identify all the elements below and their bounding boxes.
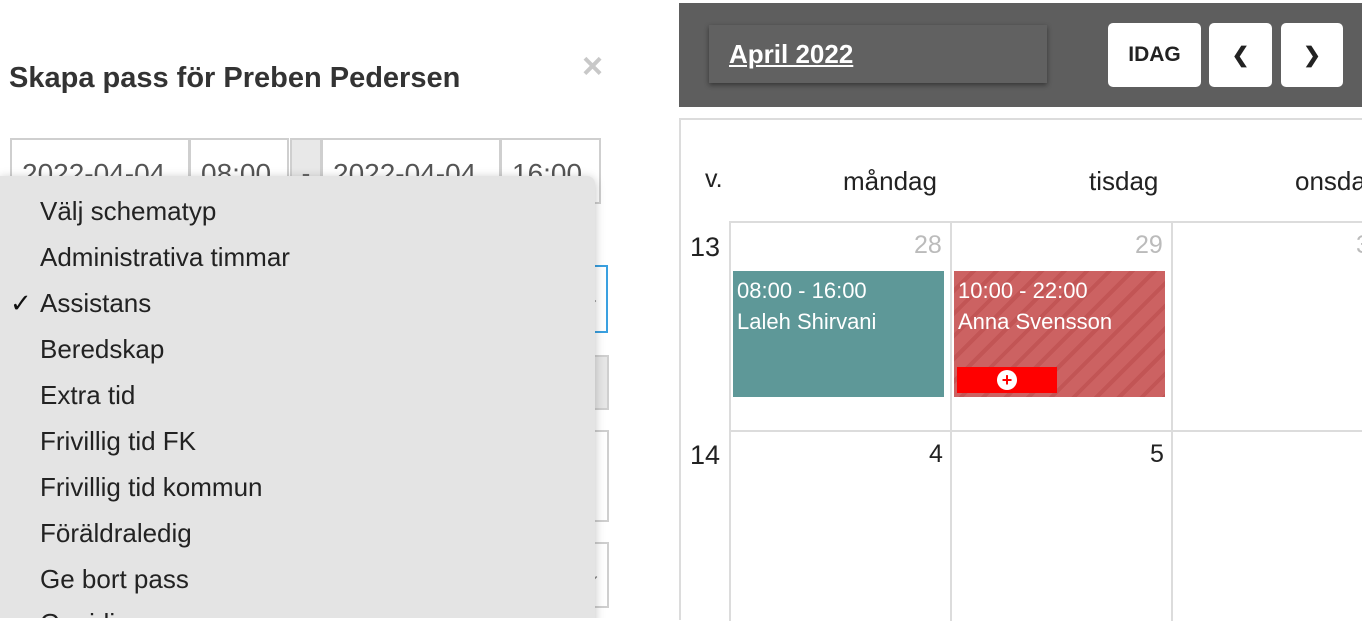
day-number[interactable]: 28 bbox=[914, 231, 942, 260]
today-button[interactable]: IDAG bbox=[1108, 23, 1201, 87]
event-time: 10:00 - 22:00 bbox=[958, 278, 1088, 303]
dropdown-item[interactable]: Beredskap bbox=[40, 334, 164, 365]
day-number[interactable]: 3 bbox=[1356, 231, 1362, 260]
dropdown-item[interactable]: Frivillig tid FK bbox=[40, 426, 196, 457]
schedule-type-dropdown[interactable]: ✓ Välj schematyp Administrativa timmar A… bbox=[0, 176, 595, 618]
day-header-monday: måndag bbox=[843, 166, 937, 196]
day-number[interactable]: 29 bbox=[1135, 231, 1163, 260]
week-number: 14 bbox=[690, 440, 721, 470]
dropdown-item-selected[interactable]: Assistans bbox=[40, 288, 151, 319]
dropdown-item[interactable]: Administrativa timmar bbox=[40, 242, 290, 273]
grid-line bbox=[1171, 221, 1173, 621]
event-time: 08:00 - 16:00 bbox=[737, 278, 867, 303]
close-icon[interactable]: × bbox=[582, 48, 603, 84]
prev-button[interactable]: ❮ bbox=[1209, 23, 1272, 87]
next-button[interactable]: ❯ bbox=[1281, 23, 1343, 87]
create-shift-modal: Skapa pass för Preben Pedersen × 2022-04… bbox=[0, 0, 650, 618]
checkmark-icon: ✓ bbox=[10, 288, 32, 318]
dropdown-item[interactable]: Föräldraledig bbox=[40, 518, 192, 549]
grid-line bbox=[729, 221, 1362, 223]
dropdown-item[interactable]: Ge bort pass bbox=[40, 564, 189, 595]
shift-event[interactable]: 10:00 - 22:00 Anna Svensson + bbox=[954, 271, 1165, 397]
day-header-tuesday: tisdag bbox=[1089, 166, 1159, 196]
event-person: Anna Svensson bbox=[958, 309, 1113, 334]
dropdown-item[interactable]: Extra tid bbox=[40, 380, 135, 411]
dropdown-item[interactable]: Välj schematyp bbox=[40, 196, 216, 227]
day-number[interactable]: 4 bbox=[929, 440, 943, 469]
month-title[interactable]: April 2022 bbox=[729, 39, 853, 70]
week-column-header: v. bbox=[705, 165, 723, 193]
grid-line bbox=[950, 221, 952, 621]
dropdown-item[interactable]: Genidi... ... bbox=[40, 608, 166, 618]
calendar-month-grid: v. måndag tisdag onsda 13 14 28 29 3 4 5… bbox=[679, 118, 1362, 621]
day-header-wednesday: onsda bbox=[1295, 166, 1362, 196]
modal-title: Skapa pass för Preben Pedersen bbox=[9, 62, 461, 94]
sick-flag[interactable]: + bbox=[957, 367, 1057, 393]
chevron-right-icon: ❯ bbox=[1303, 43, 1321, 67]
grid-line bbox=[729, 221, 731, 621]
grid-line bbox=[729, 430, 1362, 432]
week-number: 13 bbox=[690, 232, 721, 262]
day-number[interactable]: 5 bbox=[1150, 440, 1164, 469]
chevron-left-icon: ❮ bbox=[1231, 43, 1250, 67]
event-person: Laleh Shirvani bbox=[737, 309, 877, 334]
dropdown-item[interactable]: Frivillig tid kommun bbox=[40, 472, 263, 503]
calendar-toolbar: April 2022 IDAG ❮ ❯ bbox=[679, 3, 1362, 107]
shift-event[interactable]: 08:00 - 16:00 Laleh Shirvani bbox=[733, 271, 944, 397]
plus-circle-icon: + bbox=[997, 370, 1017, 390]
month-title-box[interactable]: April 2022 bbox=[709, 25, 1047, 83]
